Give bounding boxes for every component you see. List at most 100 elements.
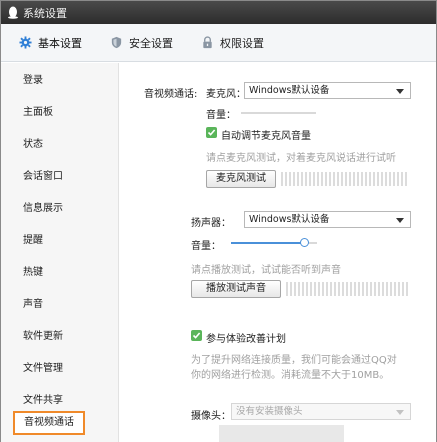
settings-sidebar: 登录 主面板 状态 会话窗口 信息展示 提醒 热键 声音 软件更新 文件管理 文… <box>1 63 119 442</box>
sidebar-item-reminder[interactable]: 提醒 <box>1 229 119 253</box>
chevron-down-icon <box>396 410 404 415</box>
tab-security-settings[interactable]: 安全设置 <box>110 35 173 51</box>
mic-label: 麦克风： <box>206 89 246 100</box>
meter-bar <box>357 172 359 186</box>
settings-window: 系统设置 基本设置 安全设置 权限设置 登录 主面板 状态 会话窗口 信息展示 … <box>0 0 437 442</box>
meter-bar <box>389 172 391 186</box>
sidebar-item-status[interactable]: 状态 <box>1 133 119 157</box>
speaker-volume-knob[interactable] <box>300 238 309 247</box>
meter-bar <box>397 172 399 186</box>
meter-bar <box>358 282 360 296</box>
meter-bar <box>333 172 335 186</box>
meter-bar <box>381 172 383 186</box>
meter-bar <box>346 282 348 296</box>
meter-bar <box>302 282 304 296</box>
meter-bar <box>293 172 295 186</box>
meter-bar <box>374 282 376 296</box>
meter-bar <box>369 172 371 186</box>
speaker-device-select[interactable]: Windows默认设备 <box>244 211 411 228</box>
mic-test-button[interactable]: 麦克风测试 <box>206 170 276 188</box>
mic-hint: 请点麦克风测试，对着麦克风说话进行试听 <box>206 153 396 164</box>
camera-device-select[interactable]: 没有安装摄像头 <box>231 403 411 420</box>
tab-label: 安全设置 <box>129 36 173 50</box>
meter-bar <box>326 282 328 296</box>
qq-penguin-icon <box>8 6 18 19</box>
chevron-down-icon <box>396 218 404 223</box>
meter-bar <box>385 172 387 186</box>
meter-bar <box>362 282 364 296</box>
meter-bar <box>370 282 372 296</box>
meter-bar <box>298 282 300 296</box>
sidebar-item-chat-window[interactable]: 会话窗口 <box>1 165 119 189</box>
meter-bar <box>306 282 308 296</box>
meter-bar <box>313 172 315 186</box>
settings-tabs: 基本设置 安全设置 权限设置 <box>1 24 436 62</box>
tab-label: 基本设置 <box>38 36 82 50</box>
section-label: 音视频通话: <box>144 89 198 100</box>
meter-bar <box>297 172 299 186</box>
meter-bar <box>341 172 343 186</box>
sidebar-item-main-panel[interactable]: 主面板 <box>1 101 119 125</box>
meter-bar <box>402 282 404 296</box>
meter-bar <box>345 172 347 186</box>
meter-bar <box>314 282 316 296</box>
meter-bar <box>309 172 311 186</box>
tab-basic-settings[interactable]: 基本设置 <box>19 35 82 51</box>
meter-bar <box>394 282 396 296</box>
meter-bar <box>329 172 331 186</box>
meter-bar <box>321 172 323 186</box>
camera-device-value: 没有安装摄像头 <box>236 406 303 417</box>
mic-device-select[interactable]: Windows默认设备 <box>244 82 411 99</box>
shield-icon <box>111 36 122 49</box>
experience-description-line1: 为了提升网络连接质量，我们可能会通过QQ对 <box>191 355 397 366</box>
meter-bar <box>289 172 291 186</box>
meter-bar <box>301 172 303 186</box>
meter-bar <box>294 282 296 296</box>
meter-bar <box>330 282 332 296</box>
sidebar-item-file-management[interactable]: 文件管理 <box>1 357 119 381</box>
sidebar-item-hotkeys[interactable]: 热键 <box>1 261 119 285</box>
meter-bar <box>286 282 288 296</box>
meter-bar <box>350 282 352 296</box>
gear-icon <box>19 36 32 49</box>
sidebar-item-info-display[interactable]: 信息展示 <box>1 197 119 221</box>
sidebar-item-sound[interactable]: 声音 <box>1 293 119 317</box>
sidebar-item-software-update[interactable]: 软件更新 <box>1 325 119 349</box>
sidebar-item-login[interactable]: 登录 <box>1 69 119 93</box>
tab-label: 权限设置 <box>220 36 264 50</box>
meter-bar <box>406 282 408 296</box>
meter-bar <box>349 172 351 186</box>
checkmark-icon <box>207 129 216 136</box>
meter-bar <box>338 282 340 296</box>
meter-bar <box>361 172 363 186</box>
meter-bar <box>398 282 400 296</box>
tab-permission-settings[interactable]: 权限设置 <box>201 35 264 51</box>
meter-bar <box>305 172 307 186</box>
speaker-hint: 请点播放测试，试试能否听到声音 <box>191 265 341 276</box>
speaker-test-button[interactable]: 播放测试声音 <box>191 280 281 298</box>
window-title: 系统设置 <box>23 6 67 20</box>
experience-checkbox[interactable] <box>191 330 202 341</box>
meter-bar <box>317 172 319 186</box>
speaker-level-meter <box>286 282 408 296</box>
speaker-volume-fill <box>231 242 304 244</box>
meter-bar <box>401 172 403 186</box>
meter-bar <box>281 172 283 186</box>
meter-bar <box>342 282 344 296</box>
lock-icon <box>203 36 212 49</box>
meter-bar <box>285 172 287 186</box>
camera-label: 摄像头： <box>191 411 231 422</box>
auto-adjust-checkbox[interactable] <box>206 127 217 138</box>
meter-bar <box>378 282 380 296</box>
experience-description-line2: 你的网络进行检测。消耗流量不大于10MB。 <box>191 370 390 381</box>
meter-bar <box>322 282 324 296</box>
auto-adjust-label: 自动调节麦克风音量 <box>221 131 311 142</box>
sidebar-item-av-call[interactable]: 音视频通话 <box>13 411 85 435</box>
chevron-down-icon <box>396 89 404 94</box>
meter-bar <box>310 282 312 296</box>
mic-volume-label: 音量： <box>206 110 236 121</box>
meter-bar <box>353 172 355 186</box>
mic-volume-slider[interactable] <box>241 112 316 114</box>
speaker-label: 扬声器： <box>191 218 231 229</box>
sidebar-item-file-sharing[interactable]: 文件共享 <box>1 389 119 413</box>
